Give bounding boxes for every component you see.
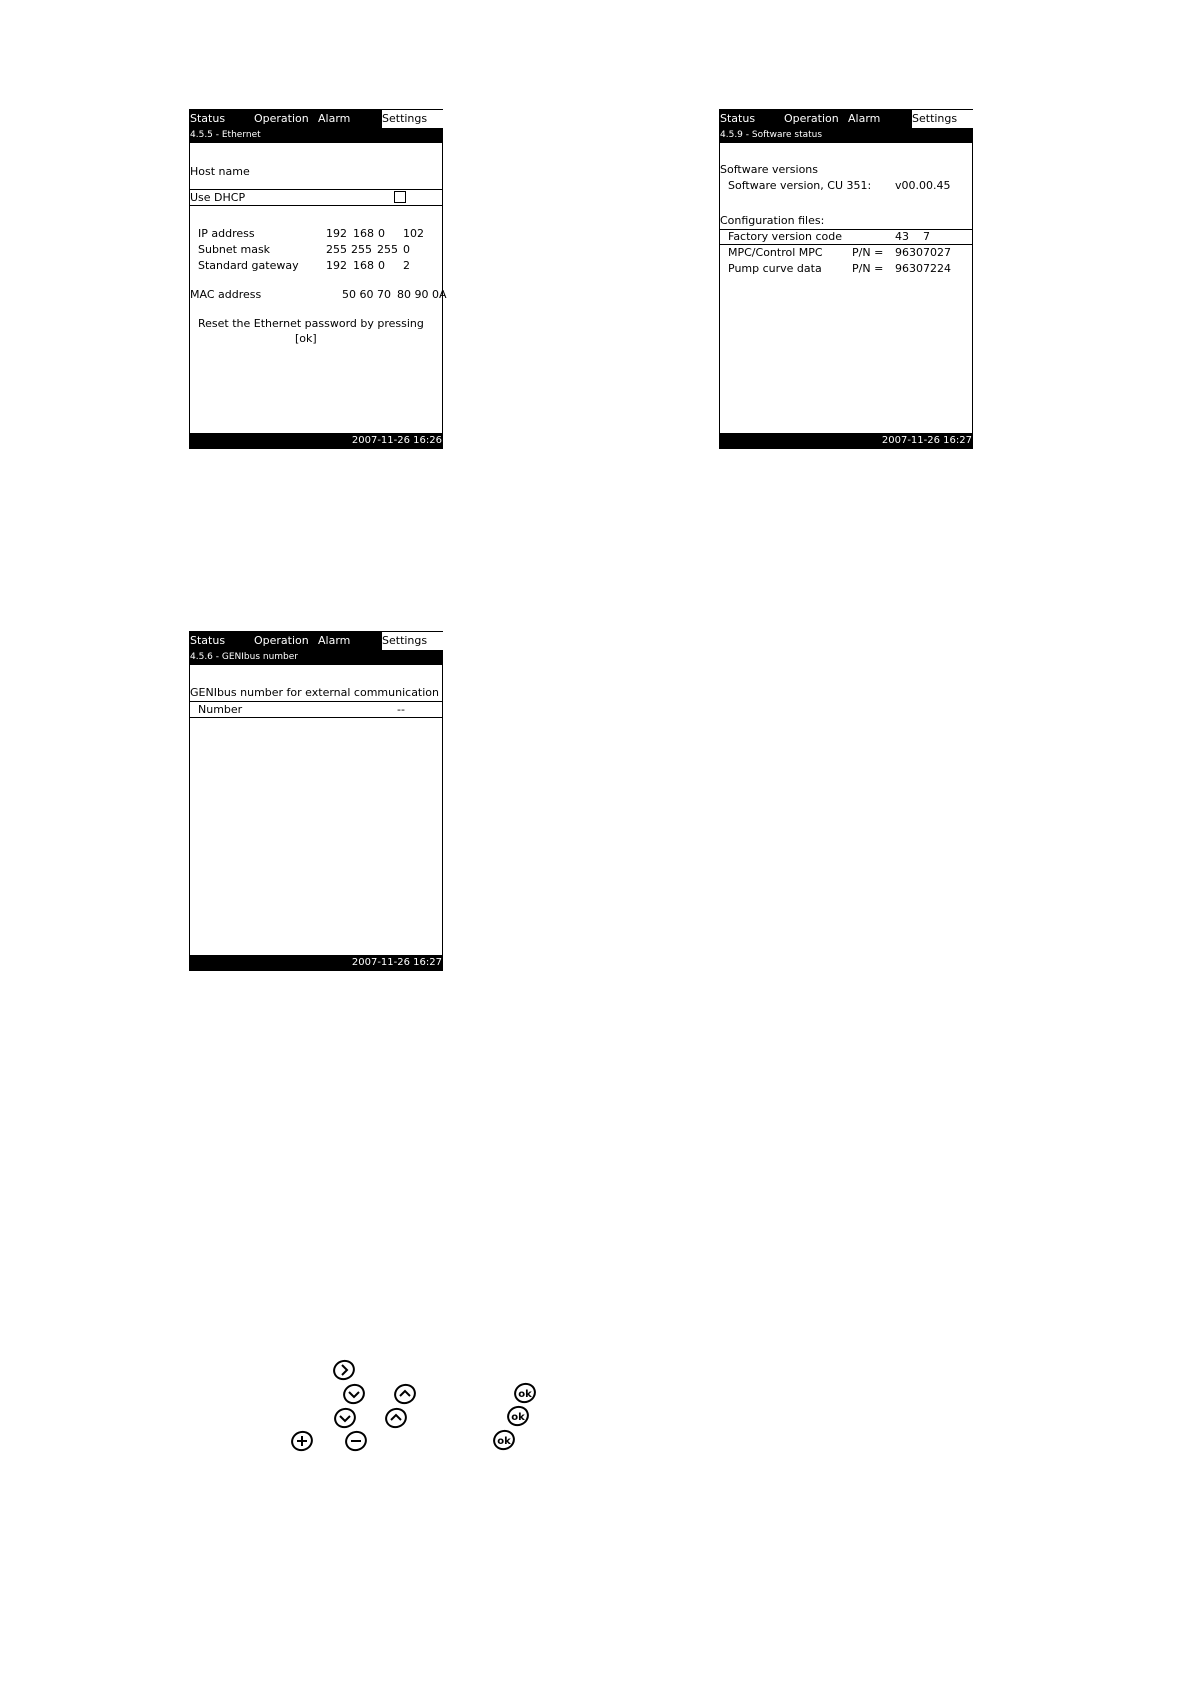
page-title: 4.5.6 - GENIbus number	[190, 650, 442, 665]
subnet-octet-2[interactable]: 255	[351, 243, 372, 257]
config-row-value: 96307224	[895, 262, 951, 275]
software-status-screen: Status Operation Alarm Settings 4.5.9 - …	[719, 109, 974, 449]
divider	[720, 244, 972, 245]
ip-octet-4[interactable]: 102	[403, 227, 424, 241]
config-row-label: MPC/Control MPC	[728, 246, 823, 259]
up-arrow-key-icon	[393, 1383, 417, 1405]
gateway-label: Standard gateway	[198, 259, 299, 272]
use-dhcp-checkbox[interactable]	[394, 191, 406, 203]
gateway-octet-1[interactable]: 192	[326, 259, 347, 273]
mac-address-value-a: 50 60 70	[342, 288, 391, 301]
up-arrow-key-icon	[384, 1407, 408, 1429]
plus-key-icon	[290, 1430, 314, 1452]
config-row-label: Pump curve data	[728, 262, 822, 275]
tab-operation[interactable]: Operation	[784, 110, 844, 128]
subnet-octet-1[interactable]: 255	[326, 243, 347, 257]
tab-status[interactable]: Status	[190, 632, 250, 650]
tab-bar: Status Operation Alarm Settings	[190, 110, 444, 128]
use-dhcp-label[interactable]: Use DHCP	[190, 191, 245, 205]
genibus-screen: Status Operation Alarm Settings 4.5.6 - …	[189, 631, 444, 971]
divider	[190, 189, 442, 190]
tab-alarm[interactable]: Alarm	[318, 632, 363, 650]
software-version-label: Software version, CU 351:	[728, 179, 872, 192]
gateway-octet-3[interactable]: 0	[378, 259, 385, 273]
subnet-octet-4[interactable]: 0	[403, 243, 410, 257]
host-name-label[interactable]: Host name	[190, 165, 250, 179]
subnet-octet-3[interactable]: 255	[377, 243, 398, 257]
page-title: 4.5.5 - Ethernet	[190, 128, 442, 143]
tab-operation[interactable]: Operation	[254, 632, 314, 650]
ok-key-icon: ok	[492, 1429, 516, 1451]
reset-password-text: Reset the Ethernet password by pressing	[198, 317, 424, 330]
right-arrow-key-icon	[332, 1359, 356, 1381]
factory-version-value-b: 7	[923, 230, 930, 243]
tab-settings[interactable]: Settings	[382, 632, 444, 650]
config-row-pn: P/N =	[852, 262, 884, 275]
divider	[190, 205, 442, 206]
software-versions-heading: Software versions	[720, 163, 819, 176]
genibus-number-value[interactable]: --	[397, 703, 405, 717]
ok-key-icon: ok	[506, 1405, 530, 1427]
gateway-octet-4[interactable]: 2	[403, 259, 410, 273]
tab-alarm[interactable]: Alarm	[848, 110, 893, 128]
tab-bar: Status Operation Alarm Settings	[190, 632, 444, 650]
svg-text:ok: ok	[518, 1389, 532, 1400]
tab-status[interactable]: Status	[190, 110, 250, 128]
divider	[190, 701, 442, 702]
config-row-value: 96307027	[895, 246, 951, 259]
down-arrow-key-icon	[342, 1383, 366, 1405]
status-bar-datetime: 2007-11-26 16:27	[190, 955, 442, 970]
configuration-files-heading: Configuration files:	[720, 214, 825, 227]
tab-operation[interactable]: Operation	[254, 110, 314, 128]
ok-key-icon: ok	[513, 1382, 537, 1404]
status-bar-datetime: 2007-11-26 16:26	[190, 433, 442, 448]
mac-address-value-b: 80 90 0A	[397, 288, 447, 301]
mac-address-label: MAC address	[190, 288, 262, 301]
ip-octet-2[interactable]: 168	[353, 227, 374, 241]
svg-text:ok: ok	[511, 1412, 525, 1423]
config-row-pn: P/N =	[852, 246, 884, 259]
minus-key-icon	[344, 1430, 368, 1452]
tab-alarm[interactable]: Alarm	[318, 110, 363, 128]
page-title: 4.5.9 - Software status	[720, 128, 972, 143]
reset-password-key: [ok]	[295, 332, 317, 345]
tab-settings[interactable]: Settings	[382, 110, 444, 128]
factory-version-value-a: 43	[895, 230, 909, 243]
tab-settings[interactable]: Settings	[912, 110, 974, 128]
software-version-value: v00.00.45	[895, 179, 951, 192]
ethernet-screen: Status Operation Alarm Settings 4.5.5 - …	[189, 109, 447, 449]
down-arrow-key-icon	[333, 1407, 357, 1429]
svg-text:ok: ok	[497, 1436, 511, 1447]
ip-address-label: IP address	[198, 227, 255, 240]
ip-octet-3[interactable]: 0	[378, 227, 385, 241]
genibus-number-label[interactable]: Number	[198, 703, 242, 717]
genibus-heading: GENIbus number for external communicatio…	[190, 686, 440, 699]
subnet-mask-label: Subnet mask	[198, 243, 271, 256]
tab-status[interactable]: Status	[720, 110, 780, 128]
ip-octet-1[interactable]: 192	[326, 227, 347, 241]
divider	[190, 717, 442, 718]
factory-version-label[interactable]: Factory version code	[728, 230, 842, 244]
tab-bar: Status Operation Alarm Settings	[720, 110, 974, 128]
gateway-octet-2[interactable]: 168	[353, 259, 374, 273]
status-bar-datetime: 2007-11-26 16:27	[720, 433, 972, 448]
